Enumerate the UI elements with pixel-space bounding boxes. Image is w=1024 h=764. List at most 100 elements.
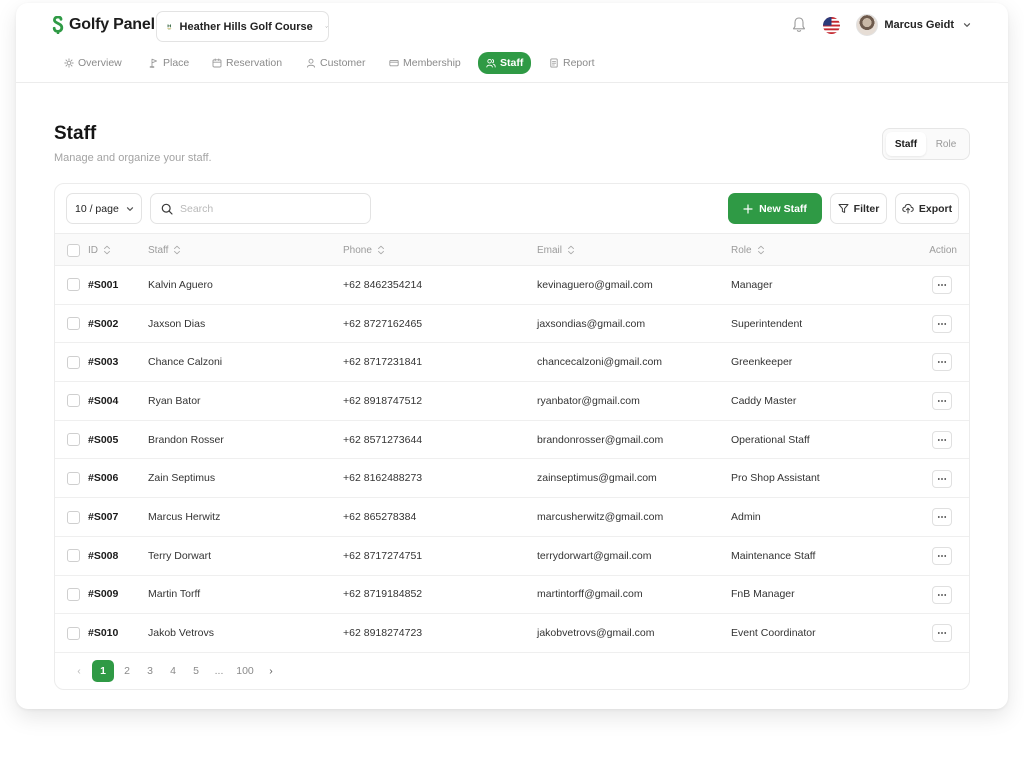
pagination-prev[interactable]: ‹ xyxy=(69,660,89,682)
cell-staff-name: Marcus Herwitz xyxy=(148,511,221,524)
column-header-id[interactable]: ID xyxy=(88,234,111,266)
row-actions-button[interactable] xyxy=(932,392,952,411)
cell-id: #S009 xyxy=(88,588,119,601)
nav-item-membership[interactable]: Membership xyxy=(389,53,461,73)
row-actions-button[interactable] xyxy=(932,430,952,449)
row-checkbox[interactable] xyxy=(67,433,80,447)
nav-item-place[interactable]: Place xyxy=(149,53,189,73)
table-row[interactable]: #S010 Jakob Vetrovs +62 8918274723 jakobvet… xyxy=(55,614,969,653)
select-all-checkbox[interactable] xyxy=(67,243,80,257)
top-right-controls: Marcus Geidt xyxy=(791,14,972,36)
nav-item-report[interactable]: Report xyxy=(549,53,595,73)
table-row[interactable]: #S007 Marcus Herwitz +62 865278384 marcushe… xyxy=(55,498,969,537)
cell-id: #S002 xyxy=(88,317,119,330)
column-label: Phone xyxy=(343,244,372,256)
cell-staff-name: Brandon Rosser xyxy=(148,433,224,446)
app-logo[interactable]: Golfy Panel xyxy=(52,16,155,34)
more-horizontal-icon xyxy=(937,632,947,635)
cloud-upload-icon xyxy=(902,203,914,214)
table-row[interactable]: #S003 Chance Calzoni +62 8717231841 chancec… xyxy=(55,343,969,383)
filter-button[interactable]: Filter xyxy=(830,193,887,224)
cell-role: Event Coordinator xyxy=(731,627,816,640)
row-actions-button[interactable] xyxy=(932,546,952,565)
nav-item-customer[interactable]: Customer xyxy=(306,53,366,73)
table-row[interactable]: #S009 Martin Torff +62 8719184852 martintor… xyxy=(55,576,969,615)
row-checkbox[interactable] xyxy=(67,549,80,563)
pagination-page-100[interactable]: 100 xyxy=(232,660,258,682)
column-header-email[interactable]: Email xyxy=(537,234,575,266)
main-nav: Overview Place Reservation Customer Memb… xyxy=(16,52,1008,83)
row-actions-button[interactable] xyxy=(932,353,952,372)
more-horizontal-icon xyxy=(937,477,947,480)
table-row[interactable]: #S005 Brandon Rosser +62 8571273644 brandon… xyxy=(55,421,969,460)
user-icon xyxy=(306,58,316,68)
row-checkbox-cell xyxy=(67,460,80,498)
cell-staff-name: Jakob Vetrovs xyxy=(148,627,214,640)
pagination-page-1[interactable]: 1 xyxy=(92,660,114,682)
row-checkbox[interactable] xyxy=(67,317,80,331)
page-size-select[interactable]: 10 / page xyxy=(66,193,142,224)
column-header-phone[interactable]: Phone xyxy=(343,234,385,266)
row-checkbox[interactable] xyxy=(67,626,80,640)
search-icon xyxy=(161,203,173,215)
sort-icon xyxy=(174,245,181,255)
more-horizontal-icon xyxy=(937,400,947,402)
column-header-role[interactable]: Role xyxy=(731,234,765,266)
bell-icon[interactable] xyxy=(791,16,807,34)
course-selector[interactable]: Heather Hills Golf Course xyxy=(156,11,329,42)
export-button[interactable]: Export xyxy=(895,193,959,224)
column-header-staff[interactable]: Staff xyxy=(148,234,181,266)
row-checkbox[interactable] xyxy=(67,587,80,601)
new-staff-button[interactable]: New Staff xyxy=(728,193,822,224)
pagination-page-5[interactable]: 5 xyxy=(186,660,206,682)
cell-role: Greenkeeper xyxy=(731,356,793,369)
row-actions-button[interactable] xyxy=(932,508,952,527)
table-row[interactable]: #S006 Zain Septimus +62 8162488273 zainsept… xyxy=(55,460,969,499)
pagination-page-3[interactable]: 3 xyxy=(140,660,160,682)
cell-id: #S004 xyxy=(88,394,119,407)
toggle-staff[interactable]: Staff xyxy=(886,132,926,156)
nav-item-overview[interactable]: Overview xyxy=(64,53,122,73)
row-actions-button[interactable] xyxy=(932,314,952,333)
pagination-page-4[interactable]: 4 xyxy=(163,660,183,682)
cell-phone: +62 8719184852 xyxy=(343,588,423,601)
nav-item-staff[interactable]: Staff xyxy=(478,52,532,74)
export-label: Export xyxy=(918,202,953,215)
user-name[interactable]: Marcus Geidt xyxy=(884,19,954,31)
row-checkbox[interactable] xyxy=(67,355,80,369)
filter-icon xyxy=(838,204,849,213)
avatar[interactable] xyxy=(856,14,879,36)
users-icon xyxy=(486,58,496,68)
pagination: ‹ 1 2 3 4 5 ... 100 › xyxy=(69,660,284,682)
row-actions-button[interactable] xyxy=(932,585,952,604)
cell-staff-name: Zain Septimus xyxy=(148,472,216,485)
row-checkbox[interactable] xyxy=(67,394,80,408)
nav-item-label: Membership xyxy=(403,57,461,69)
row-checkbox[interactable] xyxy=(67,510,80,524)
row-checkbox-cell xyxy=(67,421,80,459)
row-actions-button[interactable] xyxy=(932,624,952,643)
cell-phone: +62 865278384 xyxy=(343,511,417,524)
us-flag-icon[interactable] xyxy=(823,16,841,34)
nav-item-reservation[interactable]: Reservation xyxy=(212,53,282,73)
table-row[interactable]: #S001 Kalvin Aguero +62 8462354214 kevinagu… xyxy=(55,266,969,305)
row-actions-button[interactable] xyxy=(932,276,952,294)
table-header: ID Staff Phone Email Role Action xyxy=(55,234,969,266)
row-checkbox-cell xyxy=(67,576,80,614)
row-actions-button[interactable] xyxy=(932,469,952,488)
row-checkbox[interactable] xyxy=(67,278,80,292)
column-label: Staff xyxy=(148,244,169,256)
toggle-role[interactable]: Role xyxy=(926,132,966,156)
row-checkbox[interactable] xyxy=(67,471,80,485)
pagination-next[interactable]: › xyxy=(261,660,281,682)
chevron-down-icon[interactable] xyxy=(962,20,972,30)
pagination-page-2[interactable]: 2 xyxy=(117,660,137,682)
row-checkbox-cell xyxy=(67,382,80,420)
search-box[interactable] xyxy=(150,193,371,224)
table-row[interactable]: #S002 Jaxson Dias +62 8727162465 jaxsondias… xyxy=(55,305,969,344)
table-row[interactable]: #S004 Ryan Bator +62 8918747512 ryanbator@g… xyxy=(55,382,969,421)
row-checkbox-cell xyxy=(67,343,80,381)
view-toggle: Staff Role xyxy=(882,128,970,160)
search-input[interactable] xyxy=(180,202,360,215)
table-row[interactable]: #S008 Terry Dorwart +62 8717274751 terrydor… xyxy=(55,537,969,576)
